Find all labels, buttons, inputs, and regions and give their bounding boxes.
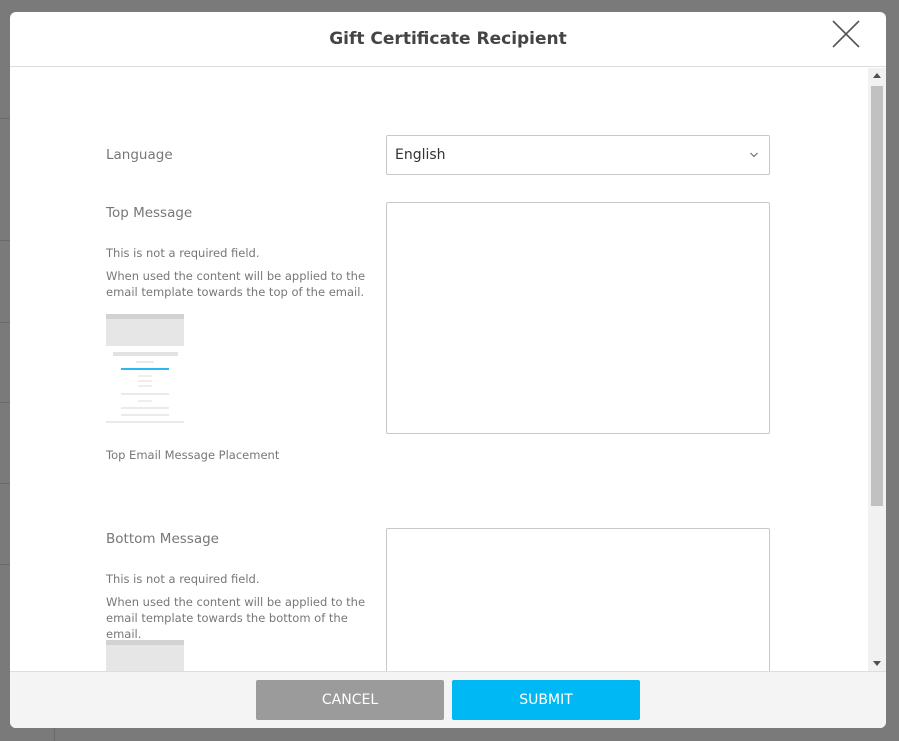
top-message-help-usage: When used the content will be applied to… bbox=[106, 269, 366, 299]
modal-footer: CANCEL SUBMIT bbox=[10, 671, 886, 728]
background-divider bbox=[0, 564, 10, 565]
scroll-up-arrow-icon[interactable] bbox=[868, 68, 886, 84]
bottom-placement-thumbnail bbox=[106, 640, 184, 671]
modal-body[interactable]: Language English Top Message This is not… bbox=[10, 68, 886, 671]
language-select[interactable]: English bbox=[386, 135, 770, 175]
top-placement-caption: Top Email Message Placement bbox=[106, 448, 280, 462]
scroll-down-arrow-icon[interactable] bbox=[868, 655, 886, 671]
background-divider bbox=[0, 240, 10, 241]
chevron-down-icon bbox=[750, 152, 758, 158]
background-divider bbox=[0, 402, 10, 403]
top-message-textarea[interactable] bbox=[386, 202, 770, 434]
bottom-message-help-required: This is not a required field. bbox=[106, 572, 260, 586]
gift-certificate-modal: Gift Certificate Recipient Language Engl… bbox=[10, 12, 886, 728]
modal-scrollbar[interactable] bbox=[868, 68, 886, 671]
top-message-help-required: This is not a required field. bbox=[106, 246, 260, 260]
close-button[interactable] bbox=[828, 17, 864, 53]
background-divider bbox=[0, 483, 10, 484]
submit-button[interactable]: SUBMIT bbox=[452, 680, 640, 720]
top-message-label: Top Message bbox=[106, 205, 193, 221]
bottom-message-help-usage: When used the content will be applied to… bbox=[106, 595, 366, 641]
language-selected-value: English bbox=[395, 147, 446, 163]
background-divider bbox=[0, 322, 10, 323]
bottom-message-textarea[interactable] bbox=[386, 528, 770, 671]
top-placement-thumbnail bbox=[106, 314, 184, 423]
background-divider bbox=[0, 118, 10, 119]
scrollbar-thumb[interactable] bbox=[871, 86, 883, 506]
modal-title: Gift Certificate Recipient bbox=[329, 29, 567, 49]
language-label: Language bbox=[106, 147, 173, 163]
modal-header: Gift Certificate Recipient bbox=[10, 12, 886, 67]
bottom-message-label: Bottom Message bbox=[106, 531, 219, 547]
cancel-button[interactable]: CANCEL bbox=[256, 680, 444, 720]
close-icon bbox=[832, 20, 860, 48]
